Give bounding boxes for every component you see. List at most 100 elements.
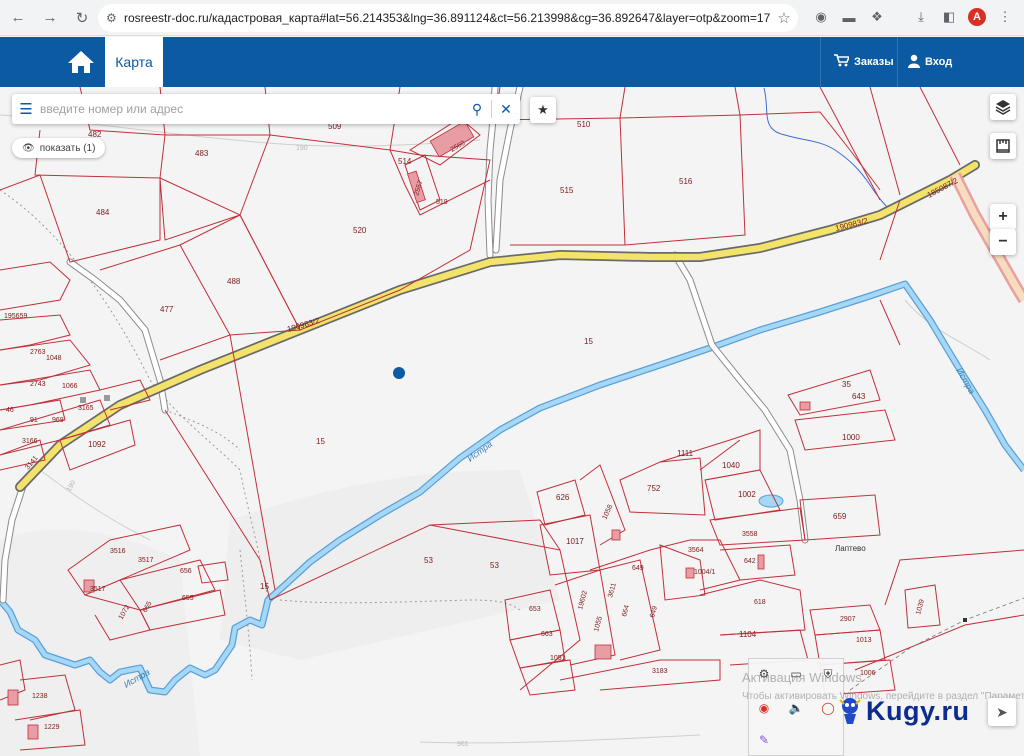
- parcel-label: 91: [30, 417, 38, 424]
- extension-icon[interactable]: ▬: [838, 6, 860, 28]
- parcel-label: 618: [754, 599, 766, 606]
- parcel-label: 1238: [32, 693, 48, 700]
- search-icon[interactable]: ⚲: [463, 101, 491, 118]
- orders-label: Заказы: [854, 56, 894, 68]
- profile-avatar-initial: A: [968, 8, 986, 26]
- parcel-label: 1017: [566, 537, 584, 546]
- header-divider: [897, 37, 898, 87]
- map-canvas[interactable]: 482 483 509 510 514 2560 2557 519 520 51…: [0, 87, 1024, 756]
- parcel-label: 3564: [688, 547, 704, 554]
- show-results-label: показать (1): [39, 142, 96, 154]
- parcel-label: 1004/1: [694, 569, 716, 576]
- parcel-label: 1002: [738, 490, 756, 499]
- header-divider: [820, 37, 821, 87]
- parcel-label: 663: [541, 631, 553, 638]
- address-bar[interactable]: ⚙ rosreestr-doc.ru/кадастровая_карта#lat…: [98, 4, 798, 32]
- contour-label: 961: [457, 741, 469, 748]
- menu-icon[interactable]: ☰: [12, 100, 40, 118]
- login-link[interactable]: Вход: [908, 37, 952, 87]
- parcel-label: 969: [52, 417, 64, 424]
- parcel-label: 3558: [742, 531, 758, 538]
- parcel-label: 3516: [110, 548, 126, 555]
- parcel-label: 1111: [677, 449, 694, 458]
- parcel-label: 3183: [652, 668, 668, 675]
- download-icon[interactable]: ⤓: [910, 6, 932, 28]
- parcel-label: 3517: [138, 557, 154, 564]
- parcel-label: 477: [160, 305, 174, 314]
- extension-icon[interactable]: ◉: [810, 6, 832, 28]
- locality-label: Лаптево: [835, 544, 866, 553]
- zoom-out-button[interactable]: −: [990, 229, 1016, 255]
- layers-button[interactable]: [990, 94, 1016, 120]
- cart-icon: [834, 54, 851, 70]
- parcel-label: 519: [436, 199, 448, 206]
- parcel-label: 15: [584, 337, 593, 346]
- parcel-label: 1104: [739, 630, 757, 639]
- extensions-puzzle-icon[interactable]: ❖: [866, 6, 888, 28]
- parcel-label: 53: [490, 561, 499, 570]
- orders-link[interactable]: Заказы: [834, 37, 894, 87]
- parcel-label: 35: [842, 380, 851, 389]
- watermark: Kugy.ru: [838, 694, 970, 728]
- back-icon[interactable]: ←: [4, 4, 32, 32]
- tray-pen-icon[interactable]: ✎: [753, 729, 775, 751]
- clear-icon[interactable]: ✕: [492, 101, 520, 118]
- user-icon: [908, 54, 920, 71]
- parcel-label: 520: [353, 226, 367, 235]
- reload-icon[interactable]: ↻: [68, 4, 96, 32]
- measure-button[interactable]: [990, 133, 1016, 159]
- site-info-icon[interactable]: ⚙: [106, 11, 124, 25]
- parcel-label: 649: [632, 565, 644, 572]
- parcel-label: 515: [560, 186, 574, 195]
- cadastral-map[interactable]: 482 483 509 510 514 2560 2557 519 520 51…: [0, 87, 1024, 756]
- parcel-label: 53: [424, 556, 433, 565]
- parcel-label: 1092: [88, 440, 106, 449]
- home-icon[interactable]: [66, 49, 96, 75]
- parcel-label: 46: [6, 407, 14, 414]
- parcel-label: 2763: [30, 349, 46, 356]
- parcel-label: 15: [260, 582, 269, 591]
- parcel-label: 2743: [30, 381, 46, 388]
- side-panel-icon[interactable]: ◧: [938, 6, 960, 28]
- parcel-label: 1006: [860, 670, 876, 677]
- parcel-label: 626: [556, 493, 570, 502]
- zoom-in-button[interactable]: +: [990, 204, 1016, 230]
- search-input[interactable]: [40, 102, 463, 116]
- parcel-label: 516: [679, 177, 693, 186]
- parcel-label: 510: [577, 120, 591, 129]
- parcel-label: 514: [398, 157, 412, 166]
- parcel-label: 483: [195, 149, 209, 158]
- address-url[interactable]: rosreestr-doc.ru/кадастровая_карта#lat=5…: [124, 11, 770, 25]
- parcel-label: 3166: [22, 438, 38, 445]
- parcel-label: 3165: [78, 405, 94, 412]
- search-bar: ☰ ⚲ ✕: [12, 94, 520, 124]
- browser-toolbar: ← → ↻ ⚙ rosreestr-doc.ru/кадастровая_кар…: [0, 0, 1024, 36]
- forward-icon[interactable]: →: [36, 4, 64, 32]
- show-results-button[interactable]: 👁 показать (1): [12, 138, 106, 158]
- contour-label: 190: [296, 145, 308, 152]
- parcel-label: 1000: [842, 433, 860, 442]
- parcel-label: 655: [182, 595, 194, 602]
- tab-map[interactable]: Карта: [105, 37, 163, 87]
- parcel-label: 195659: [4, 313, 27, 320]
- parcel-label: 1066: [62, 383, 78, 390]
- site-header: Карта Заказы Вход: [0, 37, 1024, 87]
- watermark-text: Kugy.ru: [866, 695, 970, 726]
- parcel-label: 653: [529, 606, 541, 613]
- parcel-label: 1013: [856, 637, 872, 644]
- parcel-label: 642: [744, 558, 756, 565]
- parcel-label: 1040: [722, 461, 740, 470]
- eye-icon: 👁: [22, 142, 35, 154]
- parcel-label: 3517: [90, 586, 106, 593]
- favorites-star-button[interactable]: ★: [530, 97, 556, 123]
- parcel-label: 2907: [840, 616, 856, 623]
- locate-me-button[interactable]: ➤: [988, 698, 1016, 726]
- parcel-label: 1229: [44, 724, 60, 731]
- profile-avatar[interactable]: A: [966, 6, 988, 28]
- bookmark-star-icon[interactable]: ☆: [770, 9, 798, 27]
- parcel-label: 15: [316, 437, 325, 446]
- browser-menu-icon[interactable]: ⋮: [994, 6, 1016, 28]
- parcel-label: 488: [227, 277, 241, 286]
- parcel-label: 656: [180, 568, 192, 575]
- location-marker[interactable]: [393, 367, 405, 379]
